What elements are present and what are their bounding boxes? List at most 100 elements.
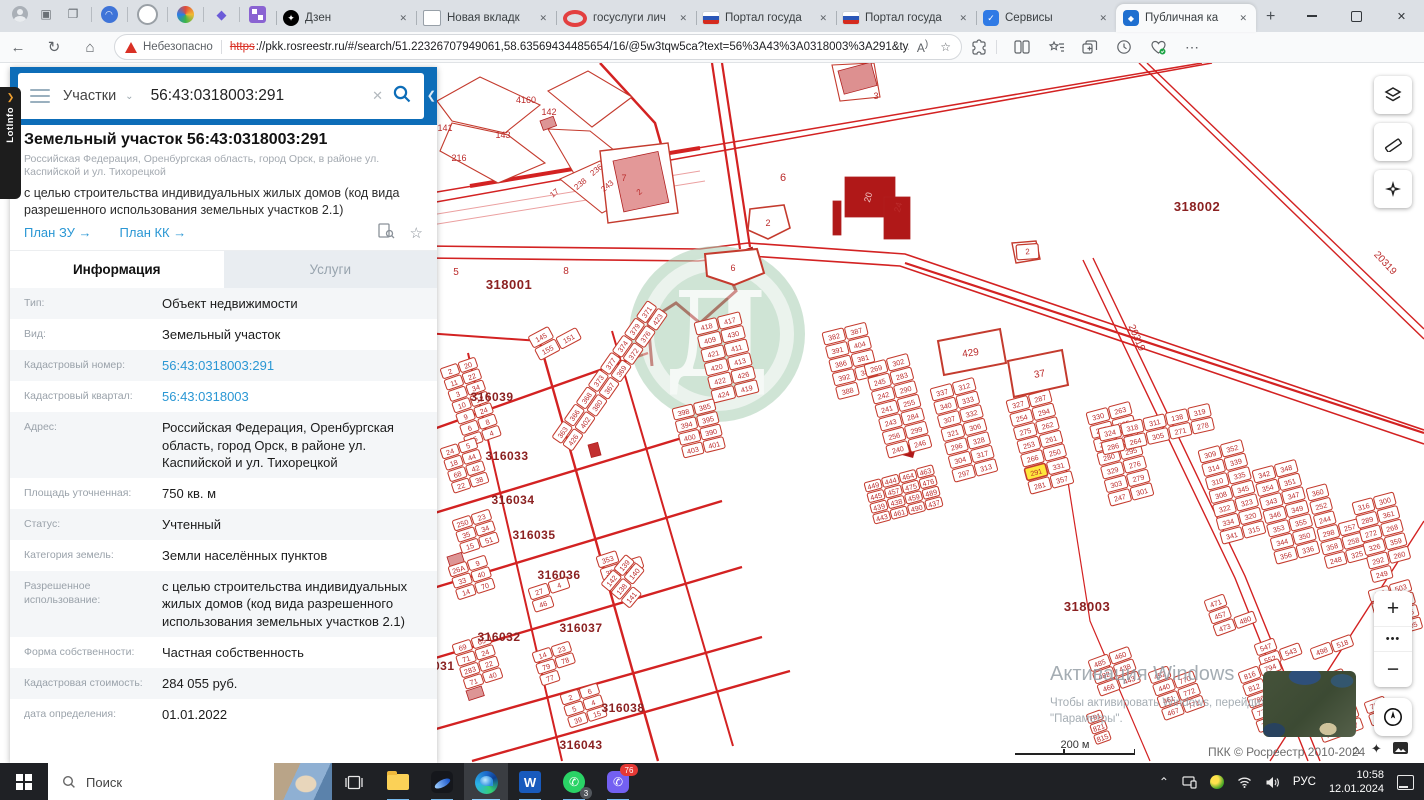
parcel-block[interactable]: 26543915 [559, 683, 608, 728]
zoom-more-button[interactable]: ••• [1374, 626, 1412, 652]
lotinfo-expand-icon[interactable]: ❯ [7, 92, 15, 103]
basemap-image-icon[interactable] [1392, 741, 1408, 757]
star-icon[interactable]: ☆ [410, 224, 423, 242]
pinned-extension-icon-4[interactable]: ◆ [213, 6, 230, 23]
tab-close-icon[interactable]: ✕ [957, 11, 969, 26]
tab-close-icon[interactable]: ✕ [817, 11, 829, 26]
home-icon[interactable]: ⌂ [72, 39, 108, 56]
row-value[interactable]: 56:43:0318003 [162, 388, 249, 405]
new-tab-button[interactable]: + [1266, 8, 1275, 26]
tab-close-icon[interactable]: ✕ [1237, 11, 1249, 26]
locate-button[interactable] [1374, 170, 1412, 208]
close-button[interactable]: ✕ [1379, 0, 1424, 32]
plan-zu-link[interactable]: План ЗУ → [24, 225, 92, 240]
collections-add-icon[interactable] [1073, 39, 1107, 55]
chevron-down-icon[interactable]: ⌄ [125, 91, 133, 102]
clear-search-icon[interactable]: ✕ [372, 88, 383, 104]
panel-tab-info[interactable]: Информация [10, 250, 224, 288]
volume-icon[interactable] [1265, 776, 1280, 789]
search-highlight-image[interactable] [274, 763, 332, 800]
parcel-block[interactable]: 3423483543513433473463493533553443503563… [1251, 459, 1321, 565]
start-button[interactable] [0, 763, 48, 800]
map-position-icon[interactable]: ✦ [1371, 741, 1382, 757]
parcel-block[interactable]: 145155151 [528, 315, 582, 361]
menu-hamburger-icon[interactable] [30, 88, 50, 104]
browser-essentials-icon[interactable] [1141, 40, 1175, 55]
lotinfo-side-tab[interactable]: ❯ LotInfo [0, 87, 21, 199]
history-icon[interactable] [1107, 39, 1141, 55]
parcel-block[interactable]: 2502335341551 [451, 509, 500, 554]
settings-menu-icon[interactable]: ⋯ [1175, 39, 1209, 56]
wifi-icon[interactable] [1237, 776, 1252, 788]
task-view-button[interactable] [332, 763, 376, 800]
zoom-in-button[interactable]: + [1374, 591, 1412, 626]
tab-stack-icon[interactable]: ▣ [37, 5, 55, 23]
browser-tab-gosuslugi[interactable]: госуслуги лич ✕ [556, 4, 696, 32]
parcel-block[interactable]: 2693022452832422902412552432842562992402… [863, 353, 933, 459]
zoom-out-button[interactable]: − [1374, 652, 1412, 687]
tab-close-icon[interactable]: ✕ [397, 11, 409, 26]
pinned-extension-icon-5[interactable] [249, 5, 266, 23]
pinned-extension-icon-1[interactable] [101, 5, 118, 23]
browser-tab-newtab[interactable]: Новая вкладк ✕ [416, 4, 556, 32]
parcel-block[interactable]: 245184468422238 [439, 437, 490, 494]
tray-cast-icon[interactable] [1182, 775, 1197, 789]
doc-search-icon[interactable] [377, 223, 395, 243]
tab-close-icon[interactable]: ✕ [537, 11, 549, 26]
layers-button[interactable] [1374, 76, 1412, 114]
refresh-icon[interactable]: ↻ [36, 38, 72, 56]
plan-kk-link[interactable]: План КК → [120, 225, 187, 240]
tab-close-icon[interactable]: ✕ [677, 11, 689, 26]
notification-center-icon[interactable] [1397, 774, 1414, 790]
profile-avatar-icon[interactable] [12, 6, 28, 22]
browser-tab-pkk[interactable]: Публичная ка ✕ [1116, 4, 1256, 32]
parcel-block[interactable]: 3373123403333073323213062963283043172973… [929, 377, 999, 483]
search-category-dropdown[interactable]: Участки [63, 88, 116, 104]
url-field[interactable]: Небезопасно https ://pkk.rosreestr.ru/#/… [114, 34, 962, 60]
browser-tab-servisy[interactable]: Сервисы ✕ [976, 4, 1116, 32]
map-home-icon[interactable]: ⌂ [1352, 742, 1360, 757]
extensions-icon[interactable] [962, 39, 996, 55]
maximize-button[interactable] [1334, 0, 1379, 32]
browser-tab-portal-1[interactable]: Портал госуда ✕ [696, 4, 836, 32]
my-location-button[interactable] [1374, 698, 1412, 736]
parcel-block[interactable]: 3272872542942752622532612662502913312813… [1005, 389, 1075, 495]
parcel-block[interactable]: 449 444 464 463445 457 475 476439 438 459 489443 4… [863, 464, 944, 525]
tray-chevron-icon[interactable]: ⌃ [1159, 775, 1169, 789]
edge-taskbar-icon[interactable] [464, 763, 508, 800]
security-label[interactable]: Небезопасно [143, 41, 213, 53]
parcel-block[interactable]: 316 300289 361272 268326 359292 260249 [1351, 491, 1414, 583]
favorite-star-icon[interactable]: ☆ [940, 40, 951, 54]
measure-ruler-button[interactable] [1374, 123, 1412, 161]
parcel-block[interactable]: 1423797877 [531, 641, 579, 686]
collapse-panel-icon[interactable]: ❮ [427, 89, 436, 102]
parcel-outline[interactable] [546, 70, 633, 128]
satellite-basemap-thumbnail[interactable] [1263, 671, 1356, 737]
panel-tab-services[interactable]: Услуги [223, 250, 437, 288]
split-screen-icon[interactable] [1005, 40, 1039, 54]
browser-tab-dzen[interactable]: Дзен ✕ [276, 4, 416, 32]
read-aloud-icon[interactable]: A) [917, 39, 928, 55]
taskbar-clock[interactable]: 10:58 12.01.2024 [1329, 768, 1384, 797]
vertical-tabs-icon[interactable]: ❐ [64, 5, 82, 23]
parcel-block[interactable]: 3302632852652772702802953292763032792473… [1085, 401, 1155, 507]
back-icon[interactable]: ← [0, 39, 36, 56]
pinned-extension-icon-3[interactable] [177, 5, 194, 23]
search-icon[interactable] [392, 84, 412, 109]
minimize-button[interactable] [1289, 0, 1334, 32]
viber-icon[interactable]: ✆ 76 [596, 763, 640, 800]
browser-tab-portal-2[interactable]: Портал госуда ✕ [836, 4, 976, 32]
parcel-block[interactable]: 498518 [1310, 634, 1354, 660]
search-input[interactable] [148, 86, 364, 106]
whatsapp-icon[interactable]: ✆ 3 [552, 763, 596, 800]
taskbar-search[interactable]: Поиск [48, 763, 332, 800]
pinned-extension-icon-2[interactable] [137, 3, 158, 25]
word-icon[interactable]: W [508, 763, 552, 800]
tray-antivirus-icon[interactable] [1209, 775, 1224, 789]
tab-close-icon[interactable]: ✕ [1097, 11, 1109, 26]
file-explorer-icon[interactable] [376, 763, 420, 800]
parcel-block[interactable]: 3093523143393103353083453223233343203413… [1197, 439, 1267, 545]
collections-star-icon[interactable] [1039, 40, 1073, 55]
parcel-cell[interactable]: 2 [1015, 242, 1040, 261]
row-value[interactable]: 56:43:0318003:291 [162, 357, 274, 374]
